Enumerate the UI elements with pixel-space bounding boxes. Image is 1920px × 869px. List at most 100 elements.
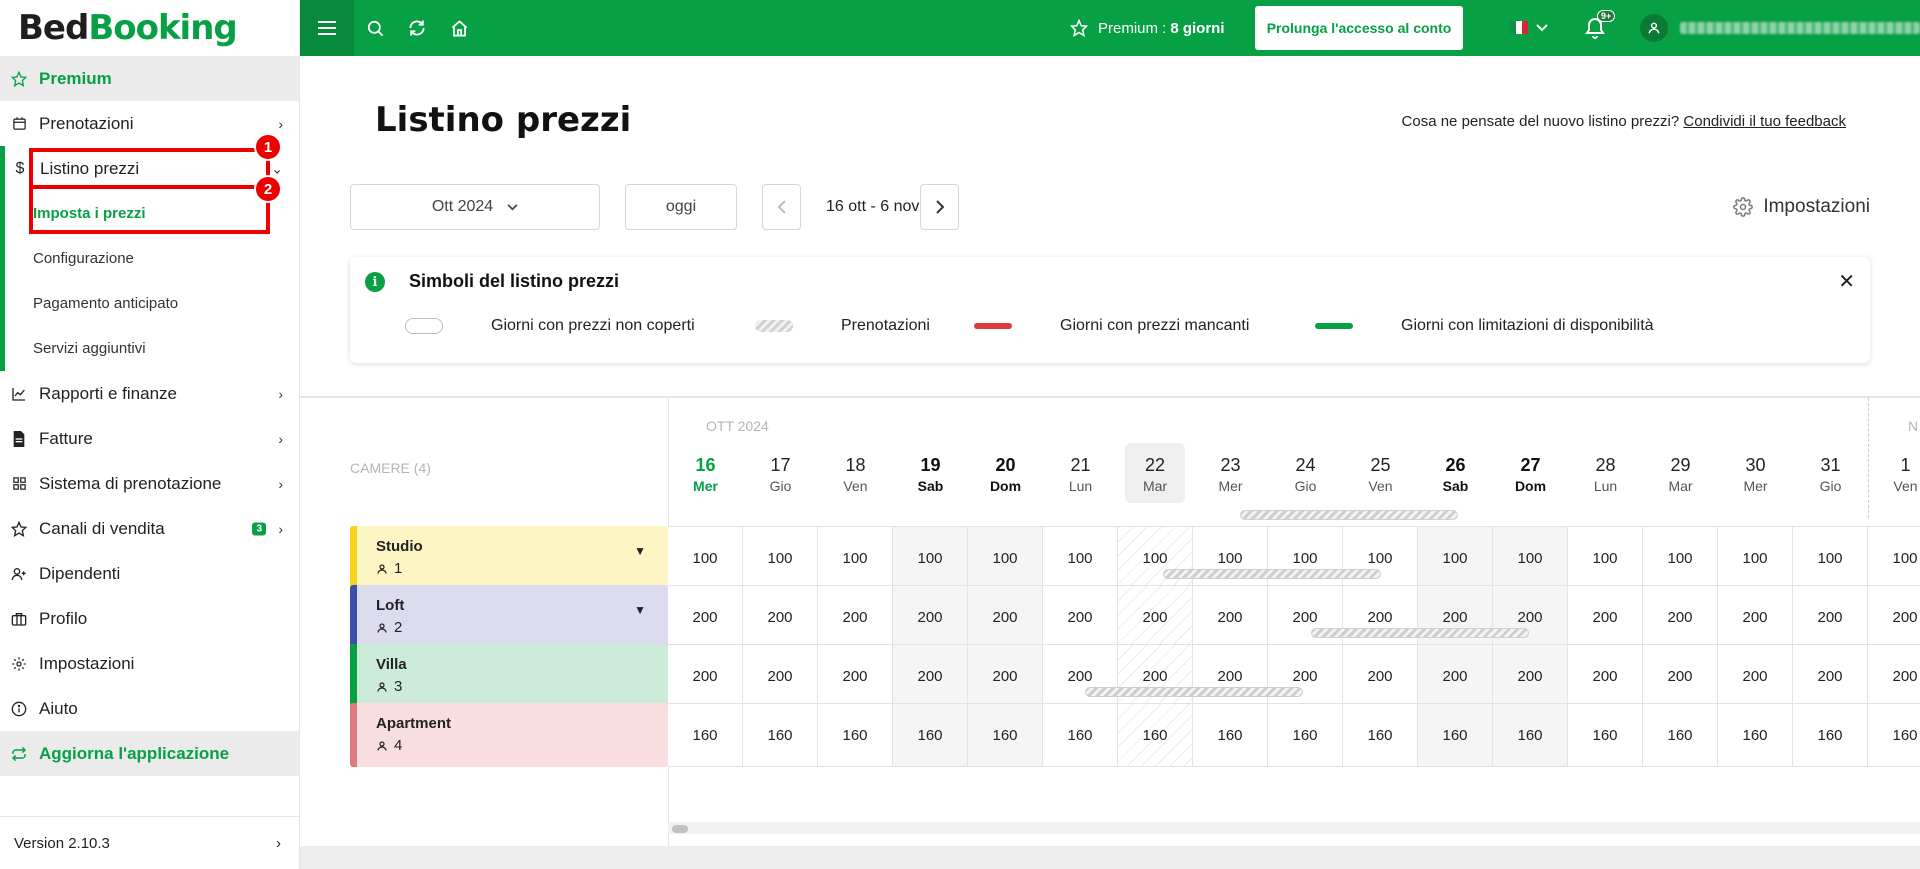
price-cell[interactable]: 200 (818, 644, 893, 708)
sidebar-item-aiuto[interactable]: Aiuto (0, 686, 299, 731)
prev-period-button[interactable] (762, 184, 801, 230)
room-row-header[interactable]: Studio 1 ▼ (350, 526, 668, 590)
price-cell[interactable]: 160 (1718, 703, 1793, 767)
booking-bar[interactable] (1085, 687, 1303, 697)
close-icon[interactable]: ✕ (1838, 269, 1855, 294)
caret-down-icon[interactable]: ▼ (634, 544, 646, 558)
sidebar-item-aggiorna[interactable]: Aggiorna l'applicazione (0, 731, 299, 776)
price-cell[interactable]: 160 (1793, 703, 1868, 767)
price-cell[interactable]: 100 (968, 526, 1043, 590)
price-cell[interactable]: 200 (1268, 644, 1343, 708)
price-cell[interactable]: 100 (1418, 526, 1493, 590)
room-row-header[interactable]: Loft 2 ▼ (350, 585, 668, 649)
sidebar-item-premium[interactable]: Premium (0, 56, 299, 101)
price-cell[interactable]: 100 (1193, 526, 1268, 590)
scrollbar-thumb[interactable] (672, 825, 688, 833)
room-row-header[interactable]: Apartment 4 (350, 703, 668, 767)
booking-bar[interactable] (1311, 628, 1529, 638)
price-cell[interactable]: 200 (1718, 585, 1793, 649)
price-cell[interactable]: 200 (1268, 585, 1343, 649)
price-cell[interactable]: 200 (1868, 644, 1920, 708)
price-cell[interactable]: 100 (1343, 526, 1418, 590)
sidebar-item-profilo[interactable]: Profilo (0, 596, 299, 641)
price-cell[interactable]: 200 (1043, 585, 1118, 649)
price-cell[interactable]: 200 (968, 644, 1043, 708)
price-cell[interactable]: 160 (1193, 703, 1268, 767)
price-cell[interactable]: 200 (1118, 585, 1193, 649)
bedbooking-logo[interactable]: Bed Booking (0, 0, 299, 56)
price-cell[interactable]: 100 (1793, 526, 1868, 590)
price-cell[interactable]: 200 (1193, 644, 1268, 708)
booking-bar[interactable] (1163, 569, 1381, 579)
price-cell[interactable]: 200 (1643, 585, 1718, 649)
price-cell[interactable]: 100 (743, 526, 818, 590)
price-cell[interactable]: 200 (1493, 585, 1568, 649)
price-cell[interactable]: 100 (1568, 526, 1643, 590)
price-cell[interactable]: 200 (1043, 644, 1118, 708)
price-cell[interactable]: 200 (1418, 585, 1493, 649)
price-cell[interactable]: 200 (743, 585, 818, 649)
next-period-button[interactable] (920, 184, 959, 230)
price-cell[interactable]: 100 (1268, 526, 1343, 590)
sidebar-item-fatture[interactable]: Fatture › (0, 416, 299, 461)
price-cell[interactable]: 200 (1493, 644, 1568, 708)
price-cell[interactable]: 200 (1568, 644, 1643, 708)
feedback-link[interactable]: Condividi il tuo feedback (1683, 113, 1846, 130)
notifications-button[interactable]: 9+ (1583, 10, 1616, 45)
price-cell[interactable]: 200 (1793, 585, 1868, 649)
submenu-configurazione[interactable]: Configurazione (5, 236, 299, 281)
hamburger-menu-icon[interactable] (300, 0, 354, 56)
price-cell[interactable]: 200 (1343, 585, 1418, 649)
price-cell[interactable]: 100 (818, 526, 893, 590)
horizontal-scrollbar[interactable] (668, 822, 1920, 834)
price-cell[interactable]: 200 (818, 585, 893, 649)
price-cell[interactable]: 160 (668, 703, 743, 767)
sidebar-item-prenotazioni[interactable]: Prenotazioni › (0, 101, 299, 146)
price-cell[interactable]: 200 (1868, 585, 1920, 649)
price-cell[interactable]: 160 (1043, 703, 1118, 767)
price-cell[interactable]: 160 (1568, 703, 1643, 767)
price-cell[interactable]: 200 (1568, 585, 1643, 649)
price-cell[interactable]: 160 (1343, 703, 1418, 767)
sidebar-item-rapporti[interactable]: Rapporti e finanze › (0, 371, 299, 416)
price-cell[interactable]: 160 (1418, 703, 1493, 767)
price-cell[interactable]: 200 (668, 585, 743, 649)
price-cell[interactable]: 200 (668, 644, 743, 708)
language-selector[interactable] (1510, 21, 1548, 34)
submenu-pagamento-anticipato[interactable]: Pagamento anticipato (5, 281, 299, 326)
price-cell[interactable]: 200 (1118, 644, 1193, 708)
sidebar-item-impostazioni[interactable]: Impostazioni (0, 641, 299, 686)
price-cell[interactable]: 200 (968, 585, 1043, 649)
price-cell[interactable]: 200 (1643, 644, 1718, 708)
month-select[interactable]: Ott 2024 (350, 184, 600, 230)
extend-access-button[interactable]: Prolunga l'accesso al conto (1255, 6, 1463, 50)
booking-bar[interactable] (1240, 510, 1458, 520)
sidebar-item-canali-vendita[interactable]: Canali di vendita 3 › (0, 506, 299, 551)
price-cell[interactable]: 200 (1193, 585, 1268, 649)
price-cell[interactable]: 160 (968, 703, 1043, 767)
price-cell[interactable]: 100 (1118, 526, 1193, 590)
version-info[interactable]: Version 2.10.3 › (0, 816, 299, 869)
submenu-servizi-aggiuntivi[interactable]: Servizi aggiuntivi (5, 326, 299, 371)
sidebar-item-sistema-prenotazione[interactable]: Sistema di prenotazione › (0, 461, 299, 506)
search-icon[interactable] (354, 0, 396, 56)
price-cell[interactable]: 160 (1643, 703, 1718, 767)
price-cell[interactable]: 100 (1868, 526, 1920, 590)
price-cell[interactable]: 160 (1268, 703, 1343, 767)
price-cell[interactable]: 200 (893, 644, 968, 708)
price-cell[interactable]: 100 (1643, 526, 1718, 590)
price-cell[interactable]: 100 (1718, 526, 1793, 590)
price-cell[interactable]: 160 (743, 703, 818, 767)
price-cell[interactable]: 200 (1343, 644, 1418, 708)
price-cell[interactable]: 200 (893, 585, 968, 649)
price-cell[interactable]: 100 (893, 526, 968, 590)
room-row-header[interactable]: Villa 3 (350, 644, 668, 708)
price-cell[interactable]: 100 (668, 526, 743, 590)
user-name-blurred[interactable] (1680, 22, 1920, 34)
price-cell[interactable]: 160 (893, 703, 968, 767)
today-button[interactable]: oggi (625, 184, 737, 230)
price-cell[interactable]: 100 (1043, 526, 1118, 590)
price-cell[interactable]: 200 (1418, 644, 1493, 708)
price-cell[interactable]: 200 (743, 644, 818, 708)
caret-down-icon[interactable]: ▼ (634, 603, 646, 617)
